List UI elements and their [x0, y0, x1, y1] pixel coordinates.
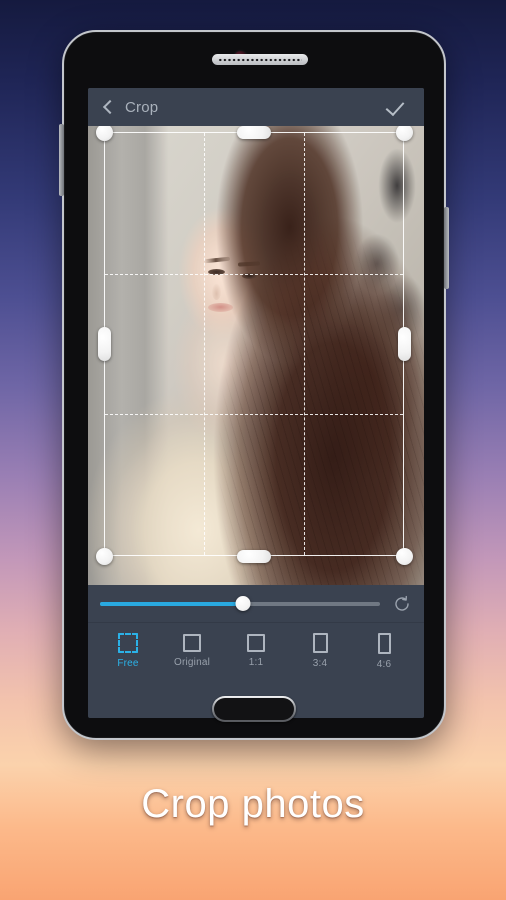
crop-handle-middle-left[interactable] — [98, 327, 111, 361]
hair-texture-overlay — [88, 126, 424, 585]
power-button[interactable] — [444, 207, 449, 289]
face-lips — [208, 303, 233, 312]
crop-canvas[interactable] — [88, 126, 424, 585]
crop-handle-middle-right[interactable] — [398, 327, 411, 361]
ratio-label-free: Free — [117, 658, 139, 669]
ratio-label-3-4: 3:4 — [312, 658, 328, 669]
ratio-option-original[interactable]: Original — [164, 634, 220, 668]
crop-handle-bottom-right[interactable] — [396, 548, 413, 565]
face-eye-left — [208, 269, 225, 275]
slider-thumb[interactable] — [235, 596, 251, 611]
check-icon[interactable] — [385, 94, 411, 120]
crop-handle-bottom-center[interactable] — [237, 550, 271, 563]
home-button[interactable] — [212, 696, 296, 722]
ratio-option-free[interactable]: Free — [100, 633, 156, 669]
dashed-square-icon — [118, 633, 138, 653]
rotation-slider[interactable] — [100, 594, 380, 614]
page-title: Crop — [125, 98, 159, 116]
caption-text: Crop photos — [141, 782, 365, 826]
earpiece-speaker — [212, 54, 308, 65]
chevron-left-icon[interactable] — [101, 99, 114, 116]
crop-handle-top-center[interactable] — [237, 126, 271, 139]
face-nose — [212, 284, 221, 300]
ratio-option-4-6[interactable]: 4:6 — [356, 632, 412, 670]
volume-button[interactable] — [59, 124, 64, 196]
crop-handle-bottom-left[interactable] — [96, 548, 113, 565]
rotate-reset-icon[interactable] — [392, 594, 412, 614]
rotation-toolbar — [88, 585, 424, 623]
slider-fill — [100, 601, 243, 606]
speaker-grille-dots — [218, 57, 302, 62]
aspect-ratio-toolbar: Free Original 1:1 3:4 4:6 — [88, 623, 424, 679]
ratio-label-4-6: 4:6 — [376, 658, 392, 670]
square-icon — [247, 634, 265, 652]
ratio-option-1-1[interactable]: 1:1 — [228, 634, 284, 668]
phone-screen: Crop Free Original 1:1 3:4 4:6 — [88, 88, 424, 718]
phone-device: Crop Free Original 1:1 3:4 4:6 — [59, 30, 449, 740]
app-header: Crop — [88, 88, 424, 126]
face-eye-right — [242, 273, 257, 279]
ratio-option-3-4[interactable]: 3:4 — [292, 633, 348, 669]
portrait-tall-icon — [377, 632, 391, 654]
ratio-label-1-1: 1:1 — [248, 657, 264, 668]
ratio-label-original: Original — [173, 657, 211, 668]
portrait-icon — [312, 633, 328, 653]
square-icon — [183, 634, 201, 652]
